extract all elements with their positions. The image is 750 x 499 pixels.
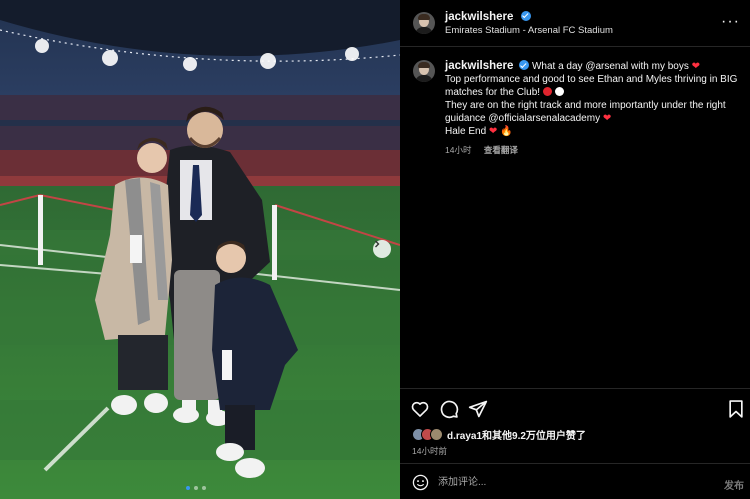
heart-emoji-icon: ❤: [691, 61, 701, 72]
caption-username[interactable]: jackwilshere: [445, 60, 513, 72]
add-comment-bar: 发布: [400, 463, 750, 499]
liker-avatar: [430, 428, 443, 441]
heart-emoji-icon: ❤: [488, 126, 498, 137]
mention-link[interactable]: @arsenal: [585, 61, 628, 72]
likes-text[interactable]: d.raya1和其他9.2万位用户赞了: [447, 427, 586, 442]
caption-meta: 14小时 查看翻译: [445, 144, 738, 157]
carousel-next-button[interactable]: [373, 240, 391, 258]
stadium-photo: [0, 0, 400, 499]
avatar[interactable]: [413, 60, 435, 82]
verified-icon: [520, 10, 531, 21]
white-circle-emoji-icon: [554, 87, 564, 96]
verified-icon: [519, 60, 530, 70]
share-icon[interactable]: [468, 399, 488, 419]
fire-emoji-icon: 🔥: [500, 126, 513, 137]
carousel-dot: [194, 486, 198, 490]
caption-timestamp[interactable]: 14小时: [445, 145, 471, 155]
post-comment-button[interactable]: 发布: [724, 477, 744, 492]
avatar[interactable]: [413, 12, 435, 34]
caption-text: Hale End: [445, 126, 487, 137]
heart-icon[interactable]: [410, 399, 430, 419]
red-circle-emoji-icon: [542, 87, 552, 96]
carousel-indicator: [186, 486, 206, 490]
carousel-dot: [186, 486, 190, 490]
comment-icon[interactable]: [439, 399, 459, 419]
post-timestamp: 14小时前: [412, 446, 447, 456]
post-actions: [400, 388, 750, 428]
comments-panel: jackwilshere Emirates Stadium - Arsenal …: [400, 0, 750, 499]
heart-emoji-icon: ❤: [602, 113, 612, 124]
more-options-button[interactable]: ···: [721, 14, 740, 30]
mention-link[interactable]: @officialarsenalacademy: [488, 113, 600, 124]
post-caption: jackwilshere What a day @arsenal with my…: [413, 60, 738, 157]
post-media[interactable]: [0, 0, 400, 499]
caption-text: Top performance and good to see Ethan an…: [445, 74, 738, 98]
comment-input[interactable]: [438, 472, 688, 492]
likes-summary[interactable]: d.raya1和其他9.2万位用户赞了: [412, 427, 586, 442]
post-header: jackwilshere Emirates Stadium - Arsenal …: [400, 0, 750, 47]
caption-text: with my boys: [628, 61, 689, 72]
carousel-dot: [202, 486, 206, 490]
caption-text: What a day: [531, 61, 586, 72]
next-arrow-icon: [375, 240, 380, 248]
bookmark-icon[interactable]: [726, 399, 746, 419]
username-link[interactable]: jackwilshere: [445, 11, 513, 23]
emoji-icon[interactable]: [412, 474, 429, 491]
see-translation-button[interactable]: 查看翻译: [484, 145, 518, 155]
location-link[interactable]: Emirates Stadium - Arsenal FC Stadium: [445, 24, 613, 38]
